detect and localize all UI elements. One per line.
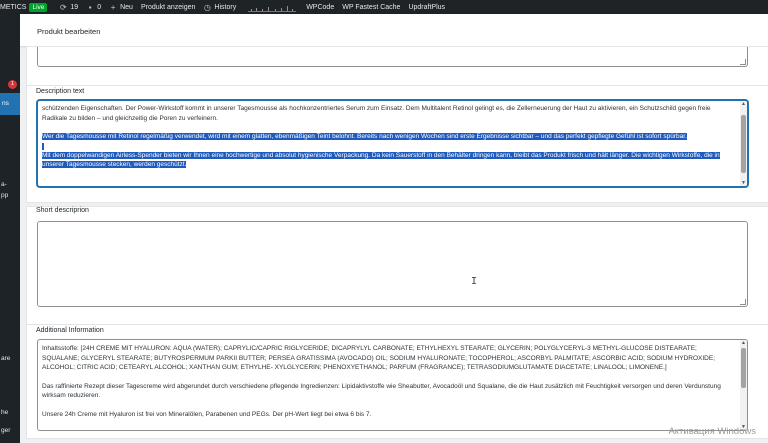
scroll-up-icon[interactable]: ▲ bbox=[740, 101, 747, 107]
description-textarea[interactable]: schützenden Eigenschaften. Der Power-Wir… bbox=[37, 100, 748, 187]
new-content-link[interactable]: + Neu bbox=[109, 3, 133, 12]
sidebar-item-label[interactable]: pp bbox=[1, 192, 8, 199]
short-description-panel: Short descriprion bbox=[26, 206, 768, 329]
scroll-thumb[interactable] bbox=[741, 115, 746, 173]
additional-info-panel: Additional Information Inhaltsstoffe: [2… bbox=[26, 324, 768, 439]
fastest-cache-link[interactable]: WP Fastest Cache bbox=[342, 4, 400, 11]
admin-bar: METICS Live ⟳ 19 ▪ 0 + Neu Produkt anzei… bbox=[0, 0, 768, 14]
sidebar-item-active[interactable]: ns bbox=[0, 93, 20, 115]
scroll-down-icon[interactable]: ▼ bbox=[740, 180, 747, 186]
sidebar-item-label[interactable]: ger bbox=[1, 427, 10, 434]
history-link[interactable]: ◷ History bbox=[203, 3, 236, 12]
description-paragraph: schützenden Eigenschaften. Der Power-Wir… bbox=[42, 105, 711, 122]
plus-icon: + bbox=[110, 2, 116, 12]
short-description-textarea[interactable] bbox=[37, 221, 748, 307]
resize-handle[interactable] bbox=[740, 59, 746, 65]
page-title: Produkt bearbeiten bbox=[37, 27, 101, 36]
sidebar-item-label[interactable]: a- bbox=[1, 181, 7, 188]
site-name: METICS bbox=[0, 3, 27, 11]
comments-count: 0 bbox=[97, 3, 102, 11]
short-description-label: Short descriprion bbox=[36, 207, 89, 214]
comments-link[interactable]: ▪ 0 bbox=[86, 3, 101, 12]
windows-activation-watermark: Активация Windows bbox=[668, 426, 756, 437]
main-content: Produkt bearbeiten Description text schü… bbox=[20, 14, 768, 443]
comment-icon: ▪ bbox=[88, 2, 92, 12]
scroll-thumb[interactable] bbox=[741, 348, 746, 388]
additional-info-paragraph: Das raffinierte Rezept dieser Tagescreme… bbox=[42, 382, 721, 400]
additional-info-label: Additional Information bbox=[36, 327, 104, 334]
sidebar-item-label[interactable]: are bbox=[1, 355, 10, 362]
description-panel: Description text schützenden Eigenschaft… bbox=[26, 85, 768, 203]
updraftplus-link[interactable]: UpdraftPlus bbox=[408, 4, 445, 11]
text-cursor-icon: I bbox=[471, 276, 478, 287]
page-header: Produkt bearbeiten bbox=[20, 14, 768, 46]
description-scrollbar[interactable]: ▲ ▼ bbox=[740, 101, 747, 186]
live-badge: Live bbox=[29, 2, 48, 12]
view-product-link[interactable]: Produkt anzeigen bbox=[141, 4, 195, 11]
clock-icon: ◷ bbox=[203, 2, 211, 12]
description-selected-paragraph: Mit dem doppelwandigen Airless-Spender b… bbox=[42, 151, 720, 168]
additional-info-paragraph: Inhaltsstoffe: [24H CREME MIT HYALURON: … bbox=[42, 345, 716, 371]
wpcode-link[interactable]: WPCode bbox=[306, 4, 334, 11]
updates-icon: ⟳ bbox=[60, 2, 67, 12]
additional-info-paragraph: Unsere 24h Creme mit Hyaluron ist frei v… bbox=[42, 410, 372, 418]
sidebar-item-label: ns bbox=[2, 100, 9, 107]
history-label: History bbox=[214, 3, 237, 11]
site-name-link[interactable]: METICS Live bbox=[0, 2, 51, 12]
stats-sparkline[interactable] bbox=[248, 3, 297, 12]
additional-info-scrollbar[interactable]: ▲ ▼ bbox=[740, 340, 747, 430]
updates-link[interactable]: ⟳ 19 bbox=[59, 3, 78, 12]
description-label: Description text bbox=[36, 88, 85, 95]
resize-handle[interactable] bbox=[740, 299, 746, 305]
notification-badge: 1 bbox=[8, 80, 17, 89]
admin-sidebar: 1 ns a- pp are he ger bbox=[0, 14, 20, 443]
description-selected-paragraph: Wer die Tagesmousse mit Retinol regelmäß… bbox=[42, 133, 687, 140]
previous-textarea[interactable] bbox=[37, 47, 748, 67]
previous-field-panel bbox=[26, 46, 768, 86]
sidebar-item-label[interactable]: he bbox=[1, 409, 8, 416]
new-label: Neu bbox=[120, 3, 133, 11]
additional-info-textarea[interactable]: Inhaltsstoffe: [24H CREME MIT HYALURON: … bbox=[37, 339, 748, 431]
scroll-up-icon[interactable]: ▲ bbox=[740, 340, 747, 346]
updates-count: 19 bbox=[70, 3, 79, 11]
